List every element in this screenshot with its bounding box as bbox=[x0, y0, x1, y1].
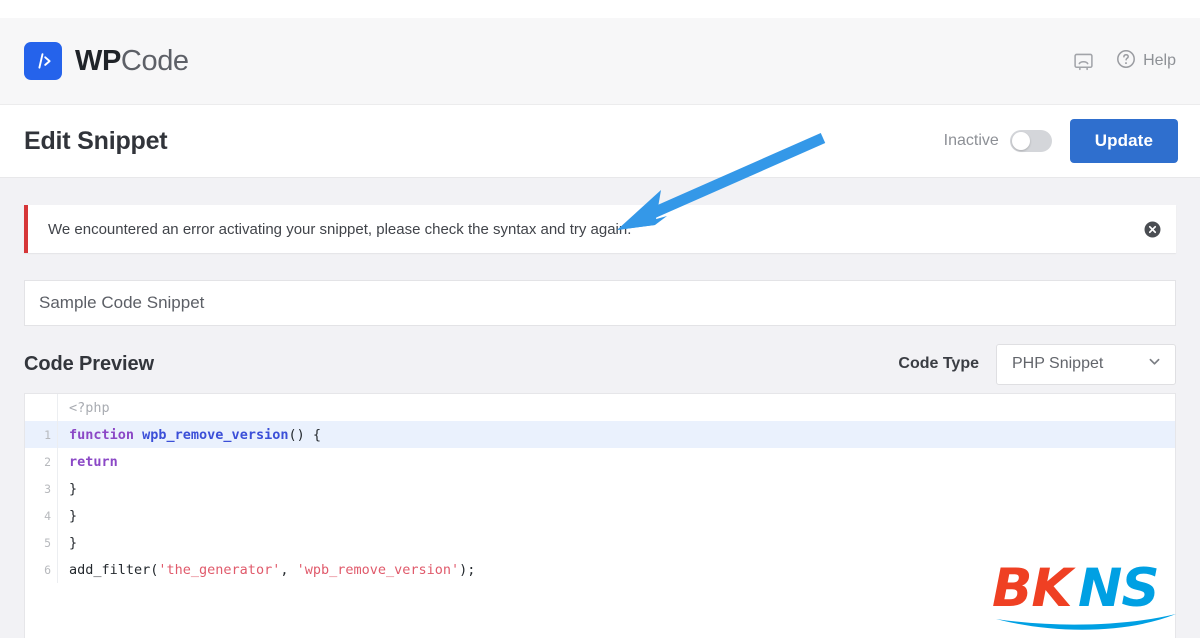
title-bar: Edit Snippet Inactive Update bbox=[0, 105, 1200, 178]
app-root: WPCode Help Edit Snippet Inactive Update… bbox=[0, 0, 1200, 638]
code-line-number: 3 bbox=[25, 475, 58, 502]
snippet-title-input[interactable]: Sample Code Snippet bbox=[24, 280, 1176, 326]
switch-knob bbox=[1011, 132, 1030, 150]
code-token: function bbox=[69, 426, 143, 443]
code-type-select[interactable]: PHP Snippet bbox=[996, 343, 1176, 385]
code-token: return bbox=[69, 453, 118, 470]
code-line-number: 1 bbox=[25, 421, 58, 448]
code-token: ); bbox=[459, 561, 476, 578]
code-line-text: } bbox=[58, 508, 77, 524]
snippet-status-toggle-group[interactable]: Inactive bbox=[944, 130, 1052, 152]
code-line[interactable]: 1 function wpb_remove_version() { bbox=[25, 421, 1175, 448]
code-token: wpb_remove_version bbox=[142, 426, 289, 443]
update-button[interactable]: Update bbox=[1069, 119, 1178, 163]
code-editor[interactable]: <?php 1 function wpb_remove_version() {2 re… bbox=[24, 393, 1176, 638]
snippet-status-label: Inactive bbox=[943, 132, 999, 149]
code-line[interactable]: 5} bbox=[25, 529, 1175, 556]
brand-logo[interactable]: WPCode bbox=[24, 42, 189, 80]
code-token: () { bbox=[288, 426, 321, 443]
code-line[interactable]: 2 return bbox=[25, 448, 1175, 475]
code-line-text: add_filter('the_generator', 'wpb_remove_… bbox=[58, 562, 475, 578]
code-line[interactable]: <?php bbox=[25, 394, 1175, 421]
code-token: 'the_generator' bbox=[158, 561, 281, 578]
title-bar-actions: Inactive Update bbox=[944, 119, 1178, 163]
error-notice: We encountered an error activating your … bbox=[24, 205, 1176, 253]
video-screen-icon[interactable] bbox=[1073, 51, 1094, 72]
code-line[interactable]: 3} bbox=[25, 475, 1175, 502]
help-link[interactable]: Help bbox=[1116, 49, 1176, 74]
code-type-value: PHP Snippet bbox=[1012, 355, 1104, 372]
code-line[interactable]: 4} bbox=[25, 502, 1175, 529]
code-line-text: return bbox=[58, 454, 118, 470]
question-circle-icon bbox=[1116, 49, 1136, 74]
code-line-number bbox=[25, 394, 58, 421]
code-line-number: 2 bbox=[25, 448, 58, 475]
help-label: Help bbox=[1143, 52, 1176, 69]
chevron-down-icon bbox=[1147, 354, 1162, 374]
code-token: <?php bbox=[69, 399, 110, 416]
code-preview-header: Code Preview Code Type PHP Snippet bbox=[24, 340, 1176, 388]
header-actions: Help bbox=[1073, 49, 1176, 74]
code-token: , bbox=[280, 561, 297, 578]
brand-name: WPCode bbox=[75, 45, 189, 78]
code-line-number: 5 bbox=[25, 529, 58, 556]
code-token: } bbox=[69, 507, 78, 524]
code-type-label: Code Type bbox=[898, 355, 979, 372]
brand-name-suffix: Code bbox=[120, 44, 189, 77]
code-brackets-icon bbox=[24, 42, 62, 80]
snippet-status-switch[interactable] bbox=[1009, 130, 1052, 152]
close-circle-icon[interactable] bbox=[1143, 220, 1162, 239]
code-token: add_filter( bbox=[69, 561, 159, 578]
page-body: We encountered an error activating your … bbox=[0, 178, 1200, 638]
code-line-number: 6 bbox=[25, 556, 58, 583]
error-notice-message: We encountered an error activating your … bbox=[48, 220, 632, 238]
code-type-group: Code Type PHP Snippet bbox=[898, 343, 1176, 385]
code-token: } bbox=[69, 534, 78, 551]
code-line-text: function wpb_remove_version() { bbox=[58, 427, 321, 443]
brand-name-prefix: WP bbox=[75, 44, 121, 77]
page-title: Edit Snippet bbox=[24, 126, 168, 155]
code-line-number: 4 bbox=[25, 502, 58, 529]
code-line-text: } bbox=[58, 535, 77, 551]
code-line-text: } bbox=[58, 481, 77, 497]
code-token: } bbox=[69, 480, 78, 497]
plugin-header: WPCode Help bbox=[0, 18, 1200, 105]
code-preview-title: Code Preview bbox=[24, 352, 154, 375]
top-white-strip bbox=[0, 0, 1200, 18]
code-line-text: <?php bbox=[58, 400, 110, 416]
code-line[interactable]: 6 add_filter('the_generator', 'wpb_remove… bbox=[25, 556, 1175, 583]
code-token: 'wpb_remove_version' bbox=[296, 561, 460, 578]
snippet-title-value: Sample Code Snippet bbox=[39, 293, 205, 312]
